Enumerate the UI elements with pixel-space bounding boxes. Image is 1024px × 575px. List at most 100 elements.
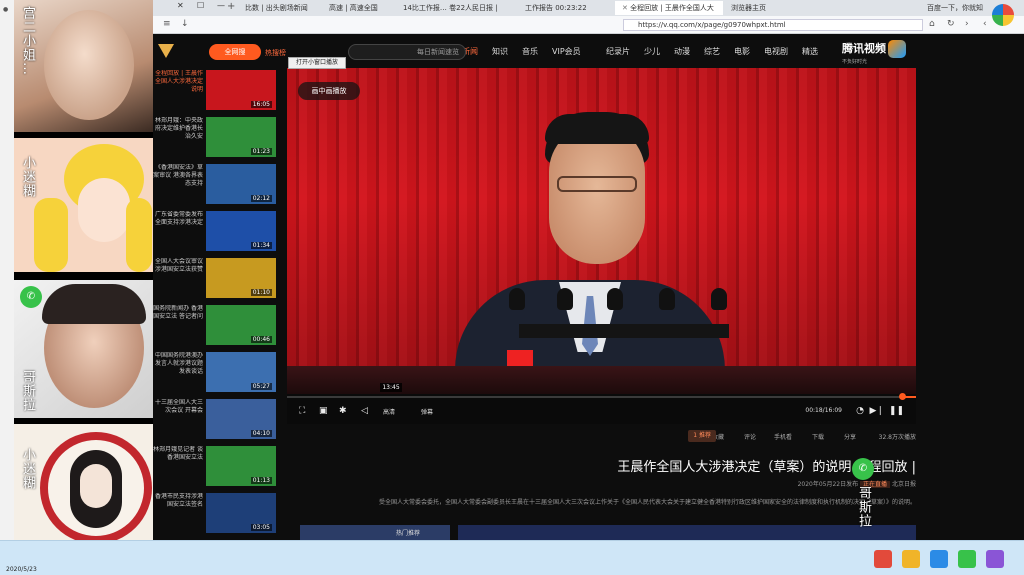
hot-search-link[interactable]: 热搜榜 (265, 48, 286, 58)
list-thumbnail[interactable]: 16:05 (206, 70, 276, 110)
fullscreen-icon[interactable]: ⛶ (299, 406, 305, 416)
list-thumbnail[interactable]: 01:34 (206, 211, 276, 251)
list-title[interactable]: 林郑月娥见记者 谈香港国安立法 (153, 446, 203, 486)
search-input[interactable]: 每日新闻速览 (348, 44, 466, 60)
list-item[interactable]: 05:27 中国国务院港澳办 发言人就涉港议题发表谈话 (153, 350, 278, 394)
list-item[interactable]: 00:46 国务院新闻办 香港国安立法 答记者问 (153, 303, 278, 347)
quality-button[interactable]: 高清 (383, 407, 395, 416)
avatar-card-2[interactable]: 小迷糊 (14, 138, 153, 272)
maximize-window-button[interactable]: ☐ (197, 1, 204, 10)
related-banner-left[interactable] (300, 525, 450, 540)
list-title[interactable]: 全程回放 | 王晨作全国人大涉港决定说明 (153, 70, 203, 110)
download-icon[interactable]: ↓ (181, 19, 189, 29)
taskbar-app-icon[interactable] (930, 550, 948, 568)
nav-item-9[interactable]: 知识 (492, 46, 508, 57)
microphone-icon (659, 288, 675, 310)
taskbar-app-icon[interactable] (986, 550, 1004, 568)
close-window-button[interactable]: ✕ (177, 1, 184, 10)
list-item[interactable]: 01:34 广东省委常委发布 全面支持涉港决定 (153, 209, 278, 253)
settings-icon[interactable]: ≡ (163, 19, 171, 29)
tab-1[interactable]: 浏览器主页 (727, 1, 823, 15)
list-title[interactable]: 林郑月娥：中央政府决定维护香港长治久安 (153, 117, 203, 157)
picture-in-picture-button[interactable]: 画中画播放 (298, 82, 360, 100)
reload-icon[interactable]: ↻ (947, 19, 955, 29)
pause-icon[interactable]: ❚❚ (889, 406, 904, 416)
list-item[interactable]: 01:13 林郑月娥见记者 谈香港国安立法 (153, 444, 278, 488)
mobile-watch-button[interactable]: 手机看 (774, 432, 792, 441)
tab-active[interactable]: ✕ 全程回放 | 王晨作全国人大 (615, 1, 723, 15)
progress-knob[interactable] (899, 393, 907, 400)
settings-gear-icon[interactable]: ✱ (339, 406, 347, 416)
list-thumbnail[interactable]: 04:10 (206, 399, 276, 439)
list-title[interactable]: 香港市民支持涉港国安立法签名 (153, 493, 203, 533)
avatar-card-3[interactable]: ✆ 哥斯拉 (14, 280, 153, 418)
nav-item-4[interactable]: 动漫 (674, 46, 690, 57)
list-thumbnail[interactable]: 01:23 (206, 117, 276, 157)
share-button[interactable]: 分享 (844, 432, 856, 441)
download-button[interactable]: 下载 (812, 432, 824, 441)
nav-item-3[interactable]: 综艺 (704, 46, 720, 57)
list-thumbnail[interactable]: 01:10 (206, 258, 276, 298)
tab-3[interactable]: 工作报告 00:23:22 (521, 1, 611, 15)
nav-item-2[interactable]: 电影 (734, 46, 750, 57)
site-logo[interactable]: 腾讯视频 不负好时光 (842, 40, 916, 65)
list-duration: 16:05 (250, 101, 272, 108)
list-item[interactable]: 01:10 全国人大会议审议 涉港国安立法获赞 (153, 256, 278, 300)
volume-icon[interactable]: ◁ (361, 406, 368, 416)
list-thumbnail[interactable]: 00:46 (206, 305, 276, 345)
video-tooltip: 打开小窗口播放 (288, 57, 346, 69)
taskbar-app-icon[interactable] (874, 550, 892, 568)
browser-logo-icon[interactable] (992, 4, 1014, 26)
danmaku-icon[interactable]: ◔ (856, 406, 864, 416)
theater-mode-icon[interactable]: ▣ (319, 406, 328, 416)
list-title[interactable]: 全国人大会议审议 涉港国安立法获赞 (153, 258, 203, 298)
list-thumbnail[interactable]: 02:12 (206, 164, 276, 204)
list-title[interactable]: 十三届全国人大三次会议 开幕会 (153, 399, 203, 439)
list-title[interactable]: 中国国务院港澳办 发言人就涉港议题发表谈话 (153, 352, 203, 392)
tab-5[interactable]: 高速 | 高速全国 (325, 1, 395, 15)
source-name[interactable]: 北京日报 (892, 481, 916, 488)
back-icon[interactable]: ‹ (983, 19, 987, 29)
progress-bar[interactable] (287, 393, 916, 400)
play-count: 32.8万次播放 (878, 434, 916, 441)
minimize-window-button[interactable]: — (217, 1, 225, 10)
nav-item-8[interactable]: 音乐 (522, 46, 538, 57)
nav-item-6[interactable]: 纪录片 (606, 46, 630, 57)
list-thumbnail[interactable]: 03:05 (206, 493, 276, 533)
tab-6[interactable]: 比数 | 出头剧场新闻 (241, 1, 321, 15)
tab-4[interactable]: 14比工作报… 卷22人民日报 | (399, 1, 517, 15)
list-item[interactable]: 16:05 全程回放 | 王晨作全国人大涉港决定说明 (153, 68, 278, 112)
player-controls: ❚❚ ▶❘ ◔ 00:18/16:09 弹幕 高清 ◁ ✱ ▣ ⛶ (287, 393, 916, 424)
home-icon[interactable]: ⌂ (929, 19, 935, 29)
taskbar-app-icon[interactable] (958, 550, 976, 568)
url-input[interactable]: https://v.qq.com/x/page/g0970whpxt.html (623, 19, 923, 31)
list-title[interactable]: 《香港国安法》草案审议 港澳各界表态支持 (153, 164, 203, 204)
list-title[interactable]: 国务院新闻办 香港国安立法 答记者问 (153, 305, 203, 345)
new-tab-button[interactable]: + (227, 1, 235, 12)
list-item[interactable]: 02:12 《香港国安法》草案审议 港澳各界表态支持 (153, 162, 278, 206)
tab-home[interactable]: 百度一下，你就知道 (923, 1, 983, 15)
list-thumbnail[interactable]: 01:13 (206, 446, 276, 486)
avatar-label: 小迷糊 (20, 448, 35, 490)
list-item[interactable]: 03:05 香港市民支持涉港国安立法签名 (153, 491, 278, 535)
list-item[interactable]: 01:23 林郑月娥：中央政府决定维护香港长治久安 (153, 115, 278, 159)
recommend-badge[interactable]: 1 推荐 (688, 430, 716, 442)
nav-item-7[interactable]: VIP会员 (552, 46, 581, 57)
overlay-user-tag[interactable]: ✆ 哥斯拉 (848, 458, 880, 540)
nav-item-0[interactable]: 精选 (802, 46, 818, 57)
list-title[interactable]: 广东省委常委发布 全面支持涉港决定 (153, 211, 203, 251)
avatar-card-1[interactable]: 宫二小姐… (14, 0, 153, 132)
video-player[interactable] (287, 68, 916, 394)
danmaku-button[interactable]: 弹幕 (421, 407, 433, 416)
vip-v-icon[interactable] (158, 44, 174, 58)
next-icon[interactable]: ▶❘ (870, 406, 884, 416)
nav-item-1[interactable]: 电视剧 (764, 46, 788, 57)
comment-button[interactable]: 评论 (744, 432, 756, 441)
all-search-button[interactable]: 全网搜 (209, 44, 261, 60)
nav-item-5[interactable]: 少儿 (644, 46, 660, 57)
forward-icon[interactable]: › (965, 19, 969, 29)
list-item[interactable]: 04:10 十三届全国人大三次会议 开幕会 (153, 397, 278, 441)
list-thumbnail[interactable]: 05:27 (206, 352, 276, 392)
taskbar-app-icon[interactable] (902, 550, 920, 568)
tab-close-icon[interactable]: ✕ (622, 4, 628, 12)
